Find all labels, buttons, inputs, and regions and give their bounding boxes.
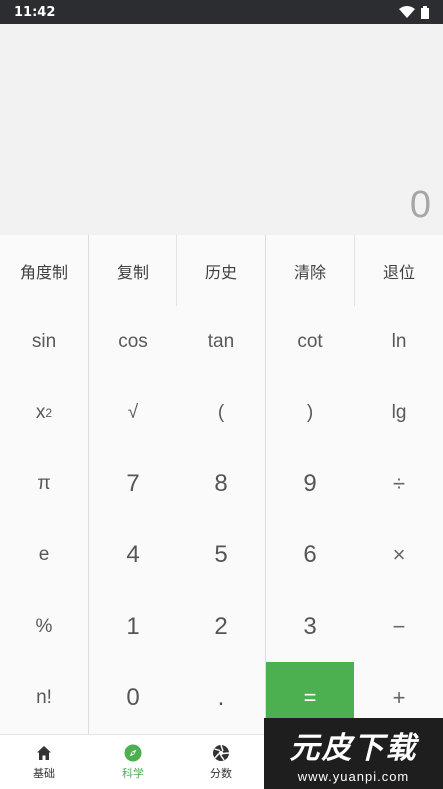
angle-mode-button[interactable]: 角度制 <box>0 235 88 306</box>
aperture-icon <box>213 744 230 761</box>
top-row-divider <box>176 235 177 306</box>
compass-icon <box>124 744 142 762</box>
top-row-divider <box>354 235 355 306</box>
minus-button[interactable]: − <box>355 591 443 662</box>
ln-button[interactable]: ln <box>355 306 443 377</box>
watermark-logo: 元皮下载 <box>289 731 418 766</box>
calculator-display: 0 <box>0 24 443 235</box>
square-exponent: 2 <box>45 405 53 420</box>
nav-tab-scientific[interactable]: 科学 <box>89 735 177 789</box>
history-button[interactable]: 历史 <box>177 235 265 306</box>
e-button[interactable]: e <box>0 519 88 590</box>
battery-icon <box>421 5 429 19</box>
multiply-button[interactable]: × <box>355 519 443 590</box>
digit-1-button[interactable]: 1 <box>89 591 177 662</box>
display-value: 0 <box>409 184 431 226</box>
backspace-button[interactable]: 退位 <box>355 235 443 306</box>
cos-button[interactable]: cos <box>89 306 177 377</box>
digit-0-button[interactable]: 0 <box>89 662 177 733</box>
digit-2-button[interactable]: 2 <box>177 591 265 662</box>
keypad: 角度制 复制 历史 清除 退位 sin cos tan cot ln x2 √ … <box>0 235 443 734</box>
status-time: 11:42 <box>14 4 56 20</box>
lg-button[interactable]: lg <box>355 377 443 448</box>
home-icon <box>37 746 51 760</box>
nav-tab-label: 分数 <box>210 767 232 780</box>
nav-tab-label: 科学 <box>122 767 144 780</box>
digit-7-button[interactable]: 7 <box>89 448 177 519</box>
watermark-overlay: 元皮下载 www.yuanpi.com <box>264 718 443 789</box>
nav-tab-fraction[interactable]: 分数 <box>177 735 265 789</box>
digit-9-button[interactable]: 9 <box>266 448 354 519</box>
sqrt-button[interactable]: √ <box>89 377 177 448</box>
status-icons <box>399 5 429 19</box>
nav-tab-label: 基础 <box>33 767 55 780</box>
digit-8-button[interactable]: 8 <box>177 448 265 519</box>
decimal-point-button[interactable]: . <box>177 662 265 733</box>
divide-button[interactable]: ÷ <box>355 448 443 519</box>
clear-button[interactable]: 清除 <box>266 235 354 306</box>
right-paren-button[interactable]: ) <box>266 377 354 448</box>
digit-6-button[interactable]: 6 <box>266 519 354 590</box>
pi-button[interactable]: π <box>0 448 88 519</box>
tan-button[interactable]: tan <box>177 306 265 377</box>
factorial-button[interactable]: n! <box>0 662 88 733</box>
digit-5-button[interactable]: 5 <box>177 519 265 590</box>
square-base: x <box>35 401 46 423</box>
keypad-divider-right <box>265 235 266 734</box>
digit-4-button[interactable]: 4 <box>89 519 177 590</box>
square-button[interactable]: x2 <box>0 377 88 448</box>
digit-3-button[interactable]: 3 <box>266 591 354 662</box>
left-paren-button[interactable]: ( <box>177 377 265 448</box>
percent-button[interactable]: % <box>0 591 88 662</box>
cot-button[interactable]: cot <box>266 306 354 377</box>
keypad-divider-left <box>88 235 89 734</box>
sin-button[interactable]: sin <box>0 306 88 377</box>
status-bar: 11:42 <box>0 0 443 24</box>
wifi-icon <box>399 6 415 18</box>
watermark-url: www.yuanpi.com <box>297 769 410 784</box>
nav-tab-basic[interactable]: 基础 <box>0 735 88 789</box>
copy-button[interactable]: 复制 <box>89 235 177 306</box>
